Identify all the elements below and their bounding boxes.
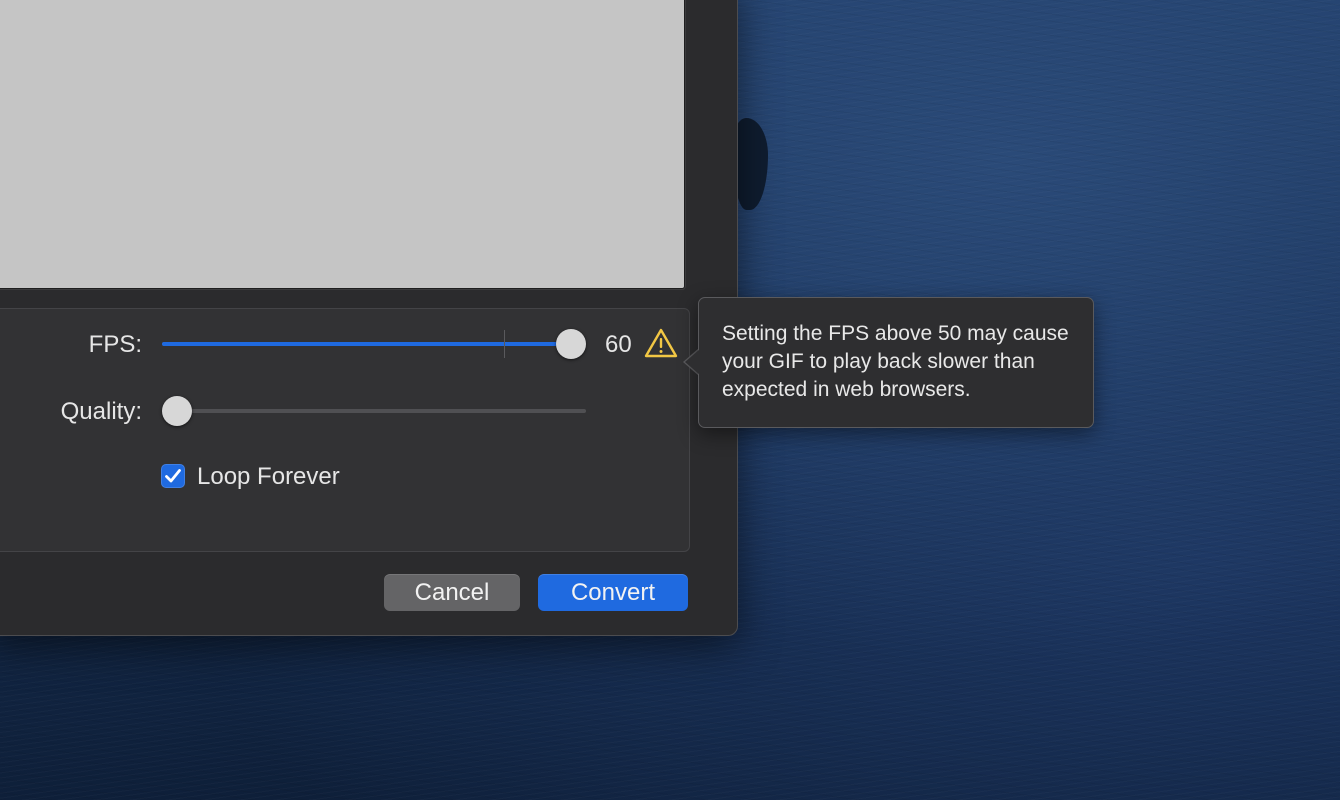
fps-slider[interactable] (162, 342, 586, 346)
quality-label: Quality: (60, 398, 142, 425)
video-preview (0, 0, 685, 289)
convert-button[interactable]: Convert (538, 574, 688, 611)
loop-forever-label[interactable]: Loop Forever (197, 463, 340, 491)
fps-slider-fill (162, 342, 571, 346)
cancel-button[interactable]: Cancel (384, 574, 520, 611)
fps-slider-marker (504, 330, 506, 358)
fps-label: FPS: (88, 331, 142, 358)
quality-slider-knob[interactable] (162, 396, 192, 426)
quality-slider[interactable] (162, 409, 586, 413)
fps-value: 60 (605, 331, 632, 358)
checkmark-icon (165, 469, 181, 483)
popover-arrow-inner (685, 349, 700, 375)
options-panel: FPS: 60 Quality: Loop Forever (0, 308, 690, 552)
fps-warning-popover: Setting the FPS above 50 may cause your … (698, 297, 1094, 428)
popover-message: Setting the FPS above 50 may cause your … (722, 322, 1069, 401)
convert-dialog: FPS: 60 Quality: Loop Forever Cancel Con… (0, 0, 738, 636)
warning-triangle-icon[interactable] (643, 327, 679, 359)
loop-forever-checkbox[interactable] (161, 464, 185, 488)
fps-slider-knob[interactable] (556, 329, 586, 359)
